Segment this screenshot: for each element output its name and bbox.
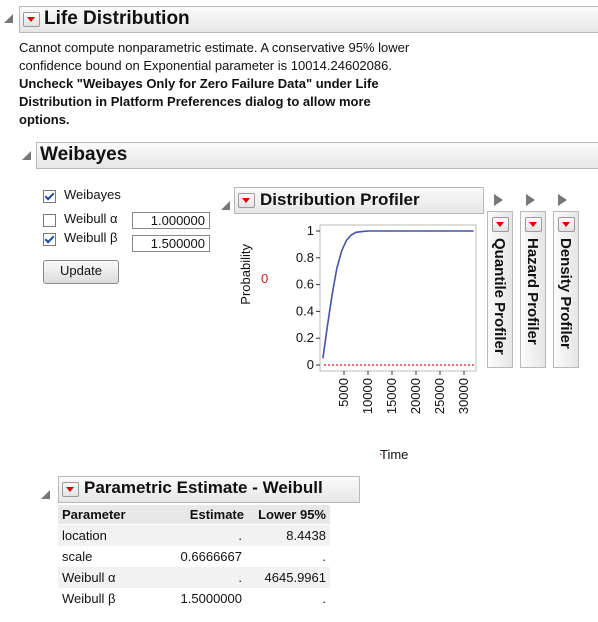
column-header: Estimate bbox=[189, 507, 244, 522]
parametric-estimate-title: Parametric Estimate - Weibull bbox=[84, 478, 323, 497]
red-menu-triangle-icon[interactable] bbox=[62, 482, 79, 497]
weibull-alpha-checkbox[interactable] bbox=[43, 214, 56, 227]
table-body: location . 8.4438 scale 0.6666667 . Weib… bbox=[58, 525, 330, 610]
weibull-beta-checkbox[interactable] bbox=[43, 233, 56, 246]
x-tick-label: 30000 bbox=[456, 378, 471, 414]
weibayes-checkbox-label: Weibayes bbox=[64, 187, 121, 202]
column-header: Lower 95% bbox=[258, 507, 326, 522]
distribution-profiler-chart[interactable]: 00.20.40.60.815000 10000 15000 20000 25000 30… bbox=[270, 218, 480, 448]
lower95-cell: 4645.9961 bbox=[264, 570, 326, 585]
disclosure-open-icon[interactable] bbox=[22, 151, 31, 160]
x-tick-label: 10000 bbox=[360, 378, 375, 414]
density-profiler-tab[interactable]: Density Profiler bbox=[553, 211, 579, 368]
message-line: Cannot compute nonparametric estimate. A… bbox=[19, 40, 410, 55]
message-bold-line: options. bbox=[19, 112, 70, 127]
param-name-cell: scale bbox=[62, 549, 93, 564]
lower95-cell: 8.4438 bbox=[286, 528, 326, 543]
weibayes-title: Weibayes bbox=[40, 144, 128, 165]
disclosure-closed-icon[interactable] bbox=[558, 194, 567, 206]
quantile-profiler-tab[interactable]: Quantile Profiler bbox=[487, 211, 513, 368]
y-tick-label: 0.2 bbox=[296, 330, 314, 345]
red-menu-triangle-icon[interactable] bbox=[558, 217, 575, 232]
y-tick-label: 0 bbox=[307, 357, 314, 372]
lower95-cell: . bbox=[322, 549, 326, 564]
x-tick-label: 5000 bbox=[336, 378, 351, 407]
quantile-profiler-title: Quantile Profiler bbox=[491, 238, 508, 355]
red-menu-triangle-icon[interactable] bbox=[238, 193, 255, 208]
message-bold-line: Uncheck "Weibayes Only for Zero Failure … bbox=[19, 76, 379, 91]
y-tick-label: 1 bbox=[307, 223, 314, 238]
hazard-profiler-tab[interactable]: Hazard Profiler bbox=[520, 211, 546, 368]
message-line: confidence bound on Exponential paramete… bbox=[19, 58, 392, 73]
distribution-profiler-title: Distribution Profiler bbox=[260, 190, 420, 209]
y-current-value: 0 bbox=[261, 271, 269, 286]
weibull-beta-label: Weibull β bbox=[64, 230, 118, 245]
x-tick-label: 20000 bbox=[408, 378, 423, 414]
disclosure-open-icon[interactable] bbox=[4, 14, 13, 23]
table-row: location . 8.4438 bbox=[58, 525, 330, 546]
hazard-profiler-title: Hazard Profiler bbox=[524, 238, 541, 345]
weibull-alpha-input[interactable]: 1.000000 bbox=[132, 212, 210, 229]
y-tick-label: 0.6 bbox=[296, 277, 314, 292]
density-profiler-title: Density Profiler bbox=[557, 238, 574, 349]
life-distribution-title: Life Distribution bbox=[44, 8, 190, 29]
x-tick-label: 25000 bbox=[432, 378, 447, 414]
parametric-table: Parameter Estimate Lower 95% location . … bbox=[58, 505, 330, 610]
param-name-cell: Weibull β bbox=[62, 591, 116, 606]
lower95-cell: . bbox=[322, 591, 326, 606]
table-row: Weibull β 1.5000000 . bbox=[58, 588, 330, 609]
y-axis-label-text: Probability bbox=[238, 244, 253, 305]
param-name-cell: location bbox=[62, 528, 107, 543]
disclosure-open-icon[interactable] bbox=[221, 201, 230, 210]
weibull-beta-input[interactable]: 1.500000 bbox=[132, 235, 210, 252]
weibayes-checkbox[interactable] bbox=[43, 190, 56, 203]
y-tick-label: 0.8 bbox=[296, 250, 314, 265]
red-menu-triangle-icon[interactable] bbox=[525, 217, 542, 232]
estimate-cell: . bbox=[238, 528, 242, 543]
weibull-alpha-label: Weibull α bbox=[64, 211, 118, 226]
red-menu-triangle-icon[interactable] bbox=[23, 12, 40, 27]
x-tick-label: 15000 bbox=[384, 378, 399, 414]
update-button[interactable]: Update bbox=[43, 260, 119, 284]
disclosure-open-icon[interactable] bbox=[41, 490, 50, 499]
column-header: Parameter bbox=[62, 507, 126, 522]
disclosure-closed-icon[interactable] bbox=[526, 194, 535, 206]
message-bold-line: Distribution in Platform Preferences dia… bbox=[19, 94, 371, 109]
param-name-cell: Weibull α bbox=[62, 570, 116, 585]
y-axis-label: Probability bbox=[238, 244, 258, 334]
disclosure-closed-icon[interactable] bbox=[494, 194, 503, 206]
table-row: scale 0.6666667 . bbox=[58, 546, 330, 567]
red-menu-triangle-icon[interactable] bbox=[492, 217, 509, 232]
table-row: Weibull α . 4645.9961 bbox=[58, 567, 330, 588]
x-axis-label: Time bbox=[380, 447, 409, 462]
y-tick-label: 0.4 bbox=[296, 303, 314, 318]
estimate-cell: 1.5000000 bbox=[180, 591, 242, 606]
estimate-cell: 0.6666667 bbox=[180, 549, 242, 564]
estimate-cell: . bbox=[238, 570, 242, 585]
